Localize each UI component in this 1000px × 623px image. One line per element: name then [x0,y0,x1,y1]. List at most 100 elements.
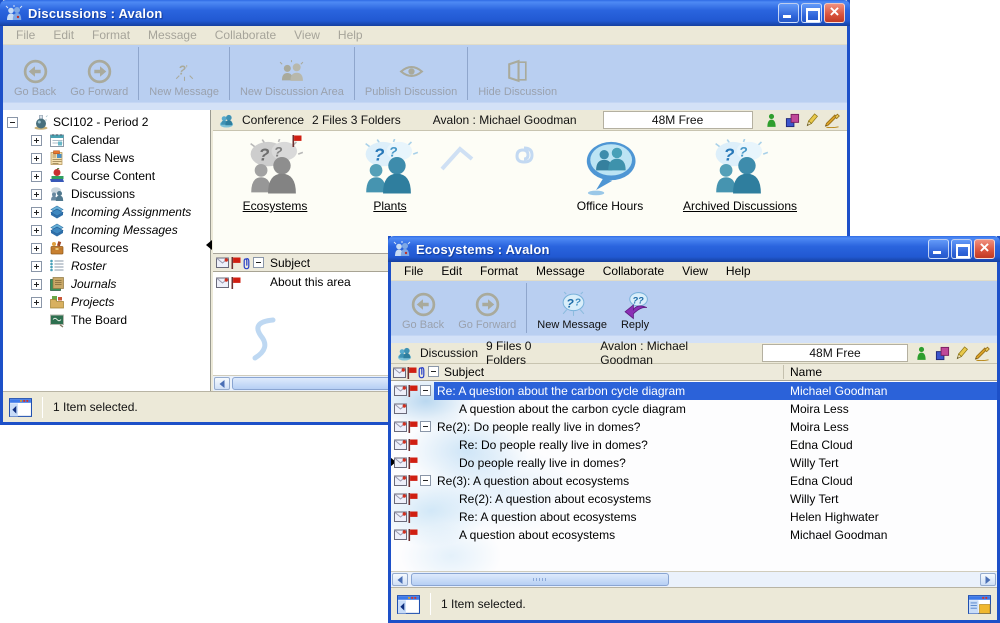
message-list: Re: A question about the carbon cycle di… [391,381,997,571]
view-mode-icon[interactable] [968,595,991,614]
close-button[interactable] [824,3,845,23]
menu-help[interactable]: Help [329,26,372,44]
scroll-left-button[interactable] [214,377,230,390]
swirl-decoration [243,314,283,374]
menu-message[interactable]: Message [527,262,594,280]
menu-collaborate[interactable]: Collaborate [206,26,285,44]
thread-collapse-box[interactable] [420,475,431,486]
message-row[interactable]: Re(3): A question about ecosystems Edna … [391,472,997,490]
layers-icon[interactable] [935,346,950,361]
message-row[interactable]: A question about the carbon cycle diagra… [391,400,997,418]
menu-edit[interactable]: Edit [432,262,471,280]
expand-box[interactable] [31,261,42,272]
expand-box[interactable] [31,153,42,164]
go-back-button[interactable]: Go Back [7,45,63,102]
conference-item-archived-discussions[interactable]: ?? Archived Discussions [680,139,800,215]
menu-view[interactable]: View [673,262,717,280]
scroll-left-button[interactable] [392,573,408,586]
panel-toggle-icon[interactable] [9,398,32,417]
signature-pen-icon[interactable] [823,113,841,128]
minimize-button[interactable] [928,239,949,259]
expand-box[interactable] [31,279,42,290]
signature-pen-icon[interactable] [973,346,991,361]
layers-icon[interactable] [785,113,800,128]
conference-item-ecosystems[interactable]: ?? Ecosystems [215,139,335,215]
menu-collaborate[interactable]: Collaborate [594,262,673,280]
swirl-decoration [503,136,545,178]
maximize-button[interactable] [801,3,822,23]
toolbar-separator [354,47,355,100]
message-row[interactable]: A question about ecosystems Michael Good… [391,526,997,544]
pane-collapse-arrow[interactable] [206,240,212,250]
menu-view[interactable]: View [285,26,329,44]
menu-file[interactable]: File [395,262,432,280]
go-forward-button[interactable]: Go Forward [63,45,135,102]
titlebar-ecosystems[interactable]: Ecosystems : Avalon [388,236,1000,262]
new-discussion-area-button[interactable]: New Discussion Area [233,45,351,102]
go-forward-button[interactable]: Go Forward [451,281,523,335]
folder-icon [49,294,65,310]
expand-box[interactable] [31,207,42,218]
message-row[interactable]: Re: A question about the carbon cycle di… [391,382,997,400]
flag-icon [231,257,241,269]
publish-discussion-icon [398,58,425,85]
expand-box[interactable] [31,225,42,236]
pencil-icon[interactable] [804,113,819,128]
minimize-button[interactable] [778,3,799,23]
message-row[interactable]: Do people really live in domes? Willy Te… [391,454,997,472]
name-column-header[interactable]: Name [790,365,822,379]
menu-help[interactable]: Help [717,262,760,280]
expand-box[interactable] [31,171,42,182]
expand-box[interactable] [31,189,42,200]
expand-box[interactable] [31,297,42,308]
new-message-button[interactable]: ?? New Message [530,281,614,335]
collapse-all-box[interactable] [428,366,439,377]
message-subject: A question about ecosystems [459,528,615,542]
menu-format[interactable]: Format [83,26,139,44]
pencil-icon[interactable] [954,346,969,361]
menu-file[interactable]: File [7,26,44,44]
message-subject: A question about the carbon cycle diagra… [459,402,686,416]
expand-box[interactable] [31,135,42,146]
panel-toggle-icon[interactable] [397,595,420,614]
collapse-all-box[interactable] [253,257,264,268]
hide-discussion-button[interactable]: Hide Discussion [471,45,564,102]
scrollbar-thumb[interactable] [411,573,669,586]
scroll-right-button[interactable] [980,573,996,586]
message-row[interactable]: Re: A question about ecosystems Helen Hi… [391,508,997,526]
conference-item-plants[interactable]: ?? Plants [330,139,450,215]
new-message-button[interactable]: ?' New Message [142,45,226,102]
status-divider [42,397,43,418]
thread-collapse-box[interactable] [420,421,431,432]
close-button[interactable] [974,239,995,259]
presence-icon[interactable] [766,113,781,128]
message-row[interactable]: Re(2): Do people really live in domes? M… [391,418,997,436]
conference-desktop-area: ?? Ecosystems ?? Plants Office Hours [213,131,847,253]
maximize-button[interactable] [951,239,972,259]
menu-message[interactable]: Message [139,26,206,44]
go-back-button[interactable]: Go Back [395,281,451,335]
menu-format[interactable]: Format [471,262,527,280]
ecosystems-icon: ?? [246,139,304,197]
titlebar-discussions[interactable]: Discussions : Avalon [0,0,850,26]
expand-box[interactable] [31,243,42,254]
flag-icon [408,385,418,397]
thread-collapse-box[interactable] [420,385,431,396]
message-subject: Re(2): Do people really live in domes? [437,420,640,434]
window-title: Ecosystems : Avalon [416,242,550,257]
horizontal-scrollbar[interactable] [391,571,997,587]
message-row[interactable]: Re(2): A question about ecosystems Willy… [391,490,997,508]
app-icon [5,5,23,21]
message-row[interactable]: Re: Do people really live in domes? Edna… [391,436,997,454]
menu-edit[interactable]: Edit [44,26,83,44]
message-author: Willy Tert [790,456,838,470]
reply-button[interactable]: ?? Reply [614,281,656,335]
go-forward-icon [474,291,501,318]
conference-item-office-hours[interactable]: Office Hours [550,139,670,215]
sidebar-root-label: SCI102 - Period 2 [53,115,148,129]
publish-discussion-button[interactable]: Publish Discussion [358,45,464,102]
subject-column-header[interactable]: Subject [444,365,484,379]
presence-icon[interactable] [916,346,931,361]
column-divider[interactable] [783,365,784,379]
collapse-box[interactable] [7,117,18,128]
